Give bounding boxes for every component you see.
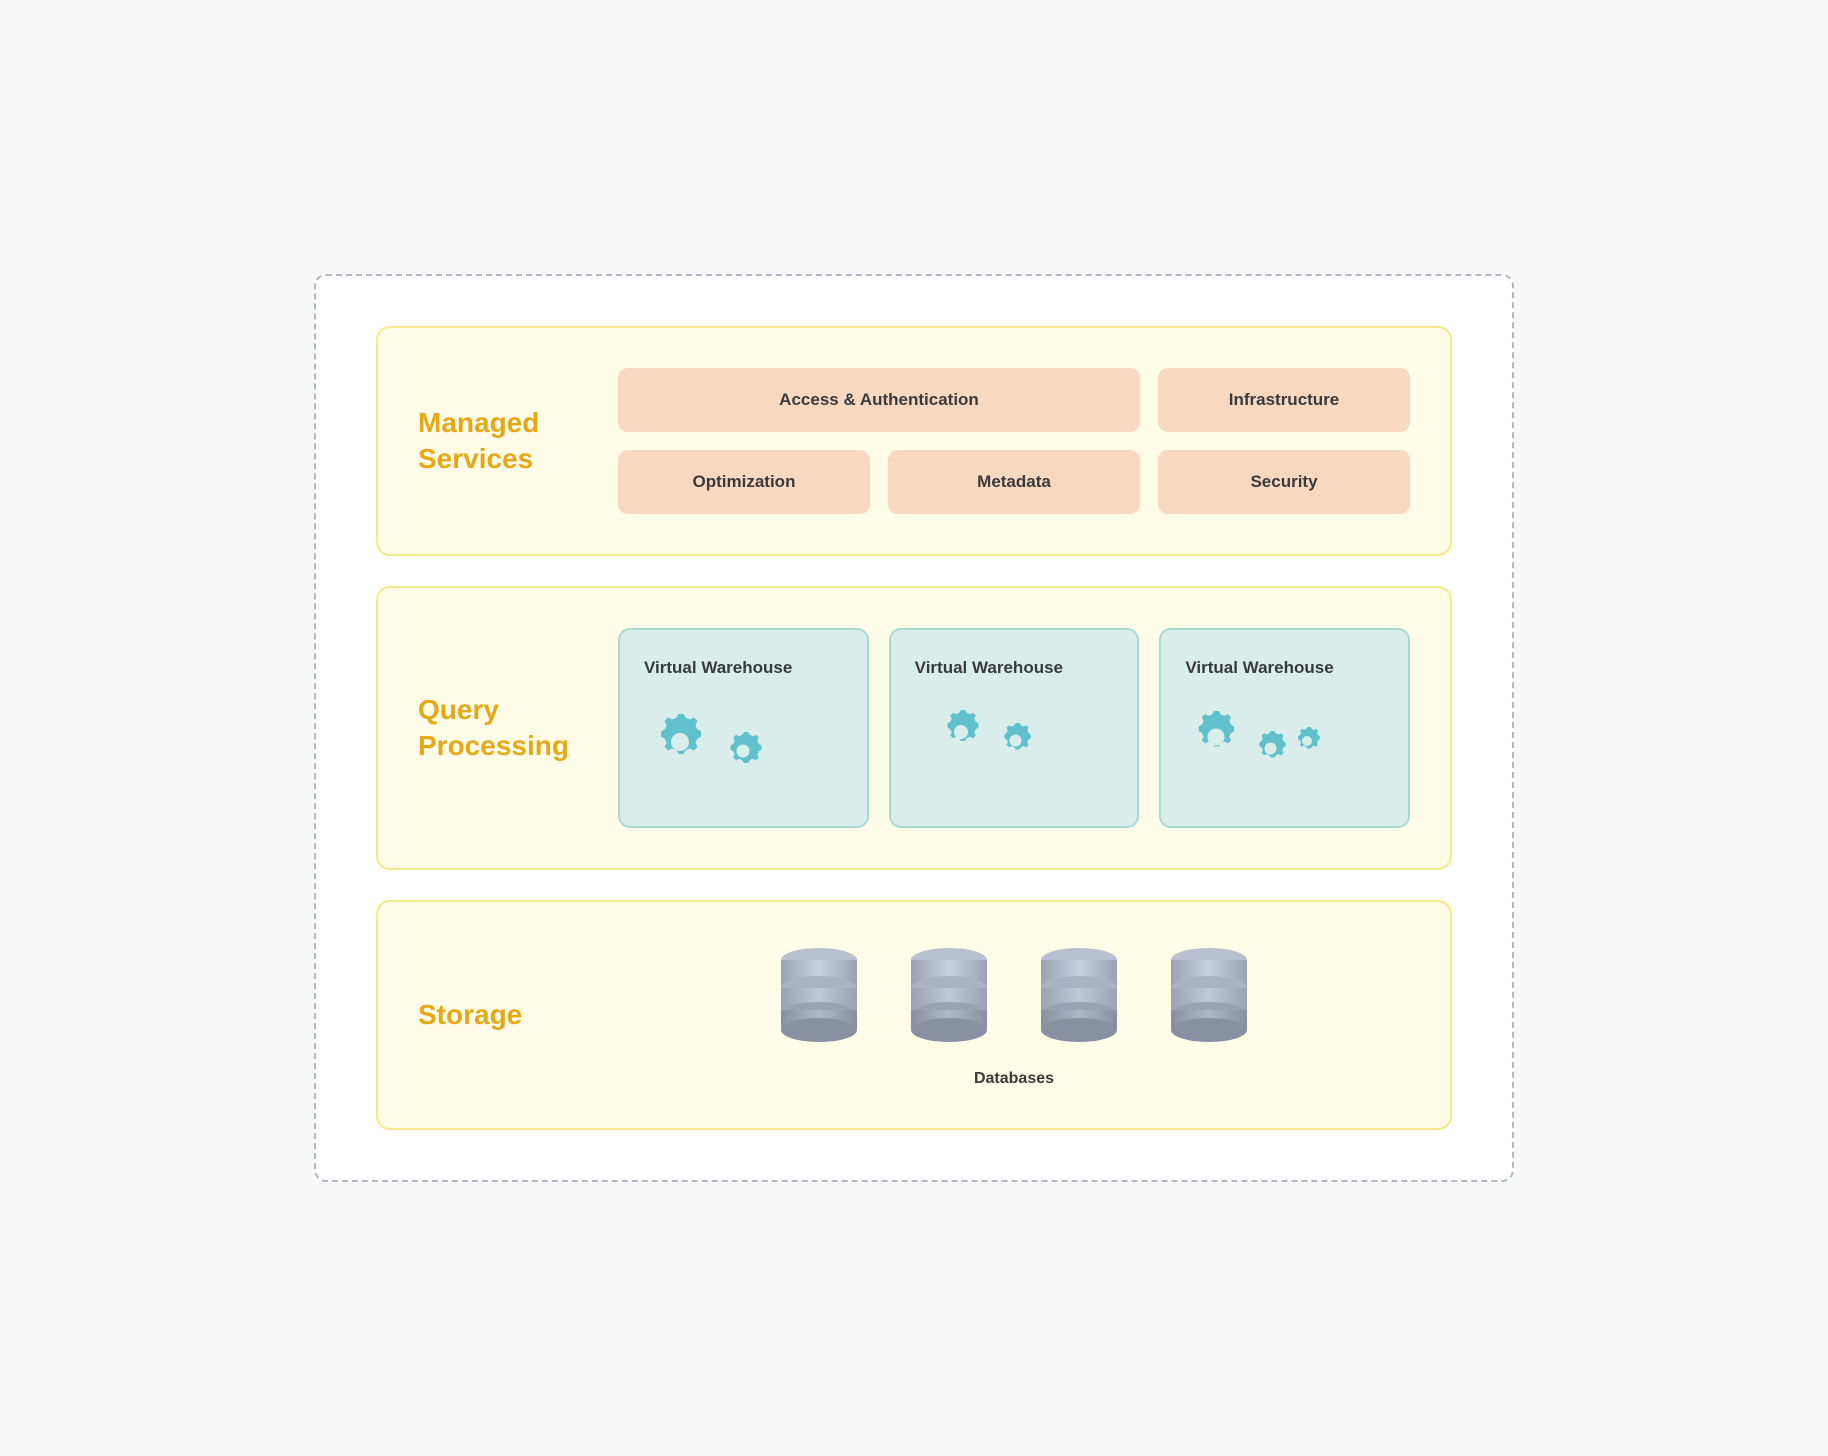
gear-small-3-icon	[1249, 727, 1294, 769]
databases-label: Databases	[974, 1070, 1054, 1088]
warehouse-grid: Virtual Warehouse	[618, 628, 1410, 828]
outer-container: Managed Services Access & Authentication…	[314, 274, 1514, 1182]
storage-content: Databases	[618, 942, 1410, 1088]
optimization-card: Optimization	[618, 450, 870, 514]
warehouse-3-title: Virtual Warehouse	[1185, 658, 1333, 678]
database-icon-3	[1034, 942, 1124, 1042]
db-cylinder-4	[1164, 942, 1254, 1042]
gear-medium-icon	[935, 706, 990, 756]
db-cylinder-3	[1034, 942, 1124, 1042]
gear-large-3-icon	[1185, 706, 1250, 764]
gear-large-icon	[644, 706, 714, 766]
database-icon-1	[774, 942, 864, 1042]
database-icon-2	[904, 942, 994, 1042]
metadata-card: Metadata	[888, 450, 1140, 514]
storage-section: Storage	[376, 900, 1452, 1130]
query-processing-title: Query Processing	[418, 692, 578, 765]
access-auth-card: Access & Authentication	[618, 368, 1140, 432]
virtual-warehouse-2: Virtual Warehouse	[889, 628, 1140, 828]
warehouse-3-gears	[1185, 696, 1328, 764]
virtual-warehouse-1: Virtual Warehouse	[618, 628, 869, 828]
managed-services-title: Managed Services	[418, 405, 578, 478]
warehouse-1-gears	[644, 696, 768, 766]
database-icon-4	[1164, 942, 1254, 1042]
gear-small-icon	[718, 726, 768, 776]
warehouse-2-gears	[915, 696, 1039, 756]
security-card: Security	[1158, 450, 1410, 514]
query-processing-section: Query Processing Virtual Warehouse	[376, 586, 1452, 870]
infrastructure-card: Infrastructure	[1158, 368, 1410, 432]
managed-services-grid: Access & Authentication Infrastructure O…	[618, 368, 1410, 514]
virtual-warehouse-3: Virtual Warehouse	[1159, 628, 1410, 828]
db-cylinder-1	[774, 942, 864, 1042]
databases-row	[774, 942, 1254, 1042]
warehouse-2-title: Virtual Warehouse	[915, 658, 1063, 678]
storage-title: Storage	[418, 997, 578, 1033]
managed-services-section: Managed Services Access & Authentication…	[376, 326, 1452, 556]
db-cylinder-2	[904, 942, 994, 1042]
warehouse-1-title: Virtual Warehouse	[644, 658, 792, 678]
gear-tiny-3-icon	[1290, 724, 1328, 762]
gear-small-2-icon	[994, 719, 1039, 764]
